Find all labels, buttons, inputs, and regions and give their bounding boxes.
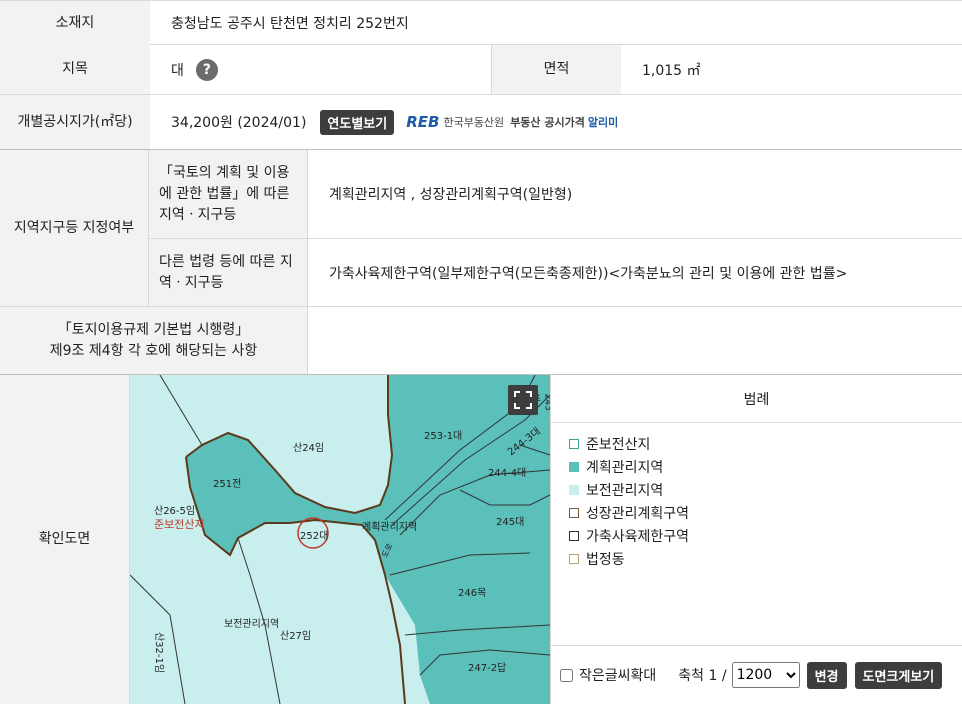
map-section-label: 확인도면	[0, 375, 129, 704]
location-row: 소재지 충청남도 공주시 탄천면 정치리 252번지	[0, 0, 962, 45]
map-label: 산32-1임	[153, 631, 165, 674]
map-controls: 작은글씨확대 축척 1 / 1200 변경 도면크게보기	[551, 645, 962, 704]
enlarge-map-button[interactable]: 도면크게보기	[854, 661, 943, 689]
zoning-national-label: 「국토의 계획 및 이용 에 관한 법률」에 따른 지역ㆍ지구등	[149, 150, 307, 238]
reb-app: 알리미	[587, 116, 619, 129]
zoning-other-value: 가축사육제한구역(일부제한구역(모든축종제한))<가축분뇨의 관리 및 이용에 …	[329, 265, 848, 282]
reb-org: 한국부동산원	[443, 116, 505, 129]
location-value: 충청남도 공주시 탄천면 정치리 252번지	[171, 16, 409, 32]
price-value: 34,200원 (2024/01)	[171, 115, 307, 131]
enforcement-label: 「토지이용규제 기본법 시행령」 제9조 제4항 각 호에 해당되는 사항	[0, 307, 307, 374]
yearly-view-button[interactable]: 연도별보기	[320, 109, 395, 135]
enforcement-label-line2: 제9조 제4항 각 호에 해당되는 사항	[49, 342, 258, 359]
reb-logo: REB	[406, 113, 440, 131]
map-label: 253-1대	[424, 431, 463, 442]
legend-item: 계획관리지역	[569, 455, 689, 478]
map-label: 246목	[458, 588, 487, 599]
legend-panel: 범례 준보전산지 계획관리지역 보전관리지역 성장관리계획구역 가축사육제한구역…	[551, 375, 962, 704]
legend-label: 계획관리지역	[586, 459, 664, 476]
zoning-other-label: 다른 법령 등에 따른 지역ㆍ지구등	[149, 239, 307, 306]
price-row: 개별공시지가(㎡당) 34,200원 (2024/01) 연도별보기 REB 한…	[0, 95, 962, 150]
legend-title: 범례	[551, 375, 962, 423]
zoning-label: 지역지구등 지정여부	[0, 150, 148, 306]
fullscreen-icon-glyph	[514, 391, 532, 409]
price-cell: 34,200원 (2024/01) 연도별보기 REB 한국부동산원 부동산 공…	[171, 95, 618, 149]
legend-list: 준보전산지 계획관리지역 보전관리지역 성장관리계획구역 가축사육제한구역 법정…	[569, 432, 689, 570]
legend-swatch	[569, 530, 579, 541]
scale-change-button[interactable]: 변경	[806, 661, 847, 689]
legend-item: 보전관리지역	[569, 478, 689, 501]
map-label: 산26-5임	[154, 506, 196, 517]
map-label: 251전	[213, 479, 242, 490]
map-label: 244-4대	[488, 468, 527, 479]
map-label-highlight: 준보전산지	[154, 518, 205, 531]
legend-item: 준보전산지	[569, 432, 689, 455]
area-value: 1,015 ㎡	[642, 62, 701, 79]
legend-label: 가축사육제한구역	[586, 528, 690, 545]
legend-swatch	[569, 507, 579, 518]
reb-link[interactable]: REB 한국부동산원 부동산 공시가격 알리미	[406, 113, 618, 131]
location-label: 소재지	[0, 1, 150, 45]
legend-swatch	[569, 461, 579, 472]
legend-item: 가축사육제한구역	[569, 524, 689, 547]
parcel-map-svg	[130, 375, 550, 704]
map-label: 245대	[496, 517, 525, 528]
small-text-enlarge-checkbox[interactable]	[560, 668, 573, 682]
legend-label: 보전관리지역	[586, 482, 664, 499]
legend-item: 법정동	[569, 547, 689, 570]
map-label: 계획관리지역	[362, 522, 418, 533]
small-text-enlarge-label[interactable]: 작은글씨확대	[579, 665, 656, 685]
legend-item: 성장관리계획구역	[569, 501, 689, 524]
help-icon[interactable]: ?	[195, 58, 218, 81]
legend-swatch	[569, 553, 579, 564]
jimok-label: 지목	[0, 45, 150, 94]
legend-label: 법정동	[586, 551, 625, 568]
enforcement-label-line1: 「토지이용규제 기본법 시행령」	[57, 321, 250, 338]
map-label: 산27임	[280, 631, 312, 642]
legend-label: 준보전산지	[586, 436, 651, 453]
zoning-national-value: 계획관리지역 , 성장관리계획구역(일반형)	[329, 187, 573, 203]
scale-select[interactable]: 1200	[731, 662, 800, 688]
jimok-value: 대	[171, 62, 184, 79]
map-label: 보전관리지역	[224, 619, 280, 630]
legend-label: 성장관리계획구역	[586, 505, 690, 522]
legend-swatch	[569, 438, 579, 449]
jimok-area-row: 지목 대 ? 면적 1,015 ㎡	[0, 45, 962, 95]
zone-planned-management	[186, 375, 550, 704]
reb-service: 부동산 공시가격	[510, 116, 585, 129]
parcel-map[interactable]: 253-1대 산24임 251전 산26-5임 준보전산지 252대 계획관리지…	[130, 375, 550, 704]
scale-label: 축척 1 /	[678, 668, 727, 684]
price-label: 개별공시지가(㎡당)	[0, 95, 150, 149]
jimok-cell: 대 ?	[171, 45, 218, 94]
legend-swatch	[569, 484, 579, 495]
area-label: 면적	[491, 45, 621, 94]
map-label: 247-2답	[468, 663, 507, 674]
map-label: 산24임	[293, 443, 325, 454]
map-label: 252대	[300, 531, 329, 542]
fullscreen-icon[interactable]	[508, 385, 538, 415]
